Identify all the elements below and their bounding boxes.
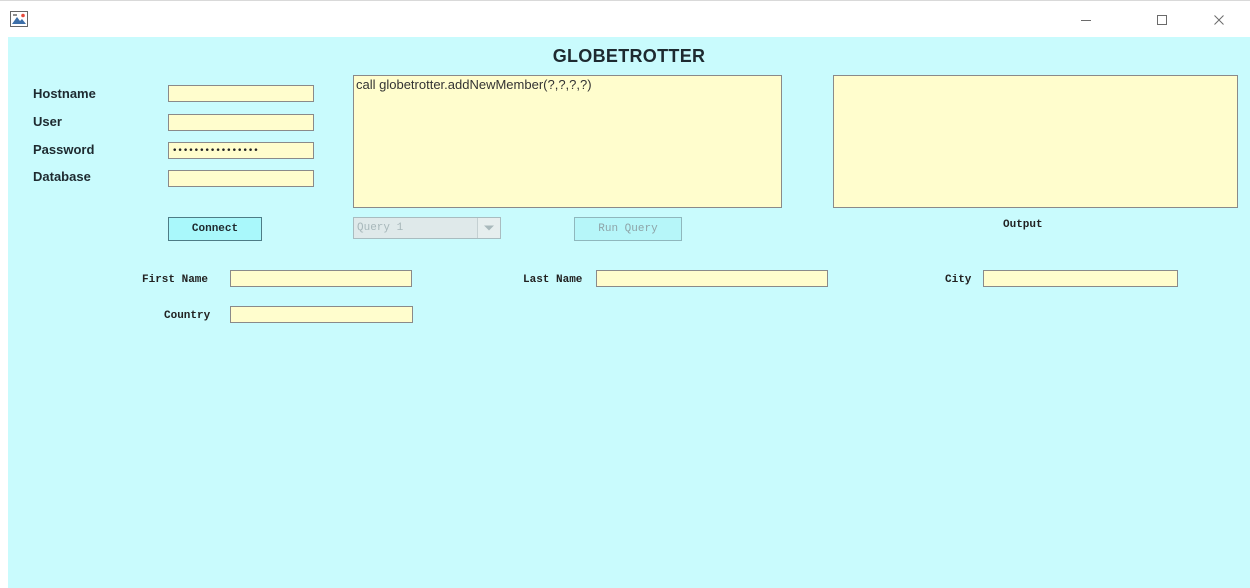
chevron-down-icon[interactable] [477,218,500,238]
connect-button[interactable]: Connect [168,217,262,241]
user-field[interactable] [168,114,314,131]
password-value: •••••••••••••••• [172,146,259,156]
query-textarea[interactable]: call globetrotter.addNewMember(?,?,?,?) [353,75,782,208]
database-field[interactable] [168,170,314,187]
country-label: Country [164,310,211,322]
last-name-label: Last Name [523,274,583,286]
city-field[interactable] [983,270,1178,287]
hostname-label: Hostname [33,86,96,101]
output-label: Output [1003,219,1043,231]
java-app-icon [10,11,28,27]
user-label: User [33,114,62,129]
output-textarea[interactable] [833,75,1238,208]
minimize-button[interactable] [1063,1,1109,38]
run-query-button[interactable]: Run Query [574,217,682,241]
window-titlebar [0,0,1250,37]
query-select-value: Query 1 [357,222,404,234]
password-label: Password [33,142,95,157]
country-field[interactable] [230,306,413,323]
first-name-field[interactable] [230,270,412,287]
last-name-field[interactable] [596,270,828,287]
password-field[interactable]: •••••••••••••••• [168,142,314,159]
close-button[interactable] [1196,1,1242,38]
hostname-field[interactable] [168,85,314,102]
database-label: Database [33,169,91,184]
app-title: GLOBETROTTER [552,46,706,66]
main-panel: GLOBETROTTER Hostname User Password ••••… [8,37,1250,588]
query-text: call globetrotter.addNewMember(?,?,?,?) [356,77,592,92]
maximize-button[interactable] [1139,1,1185,38]
query-select[interactable]: Query 1 [353,217,501,239]
city-label: City [945,274,972,286]
first-name-label: First Name [142,274,209,286]
